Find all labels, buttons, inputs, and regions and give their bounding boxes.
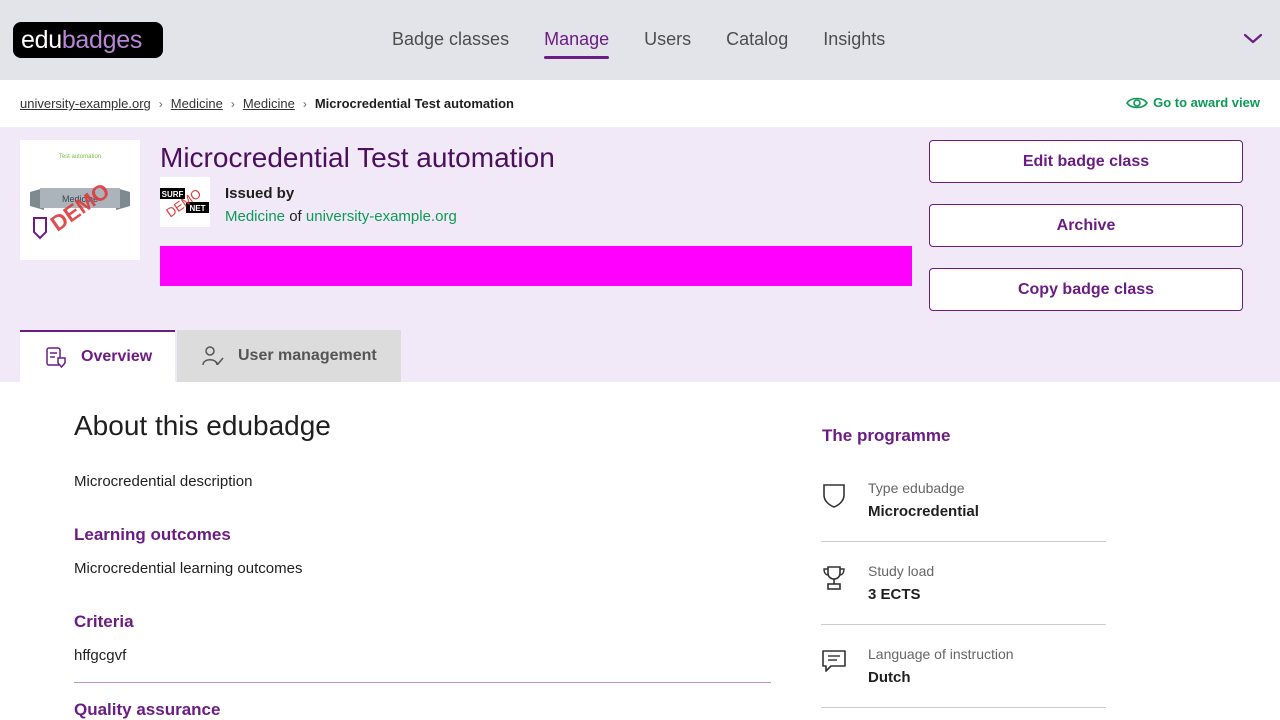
shield-icon	[823, 484, 845, 508]
language-value: Dutch	[868, 669, 911, 686]
archive-button[interactable]: Archive	[929, 204, 1243, 247]
issuer-institution-link[interactable]: university-example.org	[306, 208, 457, 225]
chevron-right-icon: ›	[230, 96, 235, 111]
copy-badge-class-button[interactable]: Copy badge class	[929, 268, 1243, 311]
breadcrumb-issuer[interactable]: Medicine	[243, 96, 295, 111]
chevron-right-icon: ›	[158, 96, 163, 111]
edit-badge-class-button[interactable]: Edit badge class	[929, 140, 1243, 183]
issuer-faculty-link[interactable]: Medicine	[225, 208, 285, 225]
banner-bar	[160, 246, 912, 286]
award-view-label: Go to award view	[1153, 95, 1260, 110]
chat-icon	[822, 650, 846, 672]
nav-catalog[interactable]: Catalog	[726, 29, 788, 59]
programme-title: The programme	[822, 426, 951, 445]
criteria-text: hffgcgvf	[74, 647, 127, 664]
nav-badge-classes[interactable]: Badge classes	[392, 29, 509, 59]
about-title: About this edubadge	[74, 410, 331, 441]
badge-artwork: Test automation Medicine DEMO	[30, 154, 130, 240]
surfnet-logo: SURF NET DEMO	[160, 186, 209, 220]
breadcrumb-institution[interactable]: university-example.org	[20, 96, 151, 111]
nav-users[interactable]: Users	[644, 29, 691, 59]
logo-part-edu: edu	[21, 25, 62, 54]
badge-description: Microcredential description	[74, 473, 253, 490]
main-nav: Badge classes Manage Users Catalog Insig…	[392, 29, 920, 59]
user-management-icon	[202, 346, 224, 366]
badge-header: Test automation Medicine DEMO Microcrede…	[0, 127, 1280, 382]
programme-item-type: Type edubadge Microcredential	[821, 459, 1106, 542]
top-navigation-bar: edu badges Badge classes Manage Users Cat…	[0, 0, 1280, 80]
issued-by-label: Issued by	[225, 185, 295, 202]
tab-overview-label: Overview	[81, 348, 153, 365]
breadcrumb-faculty[interactable]: Medicine	[171, 96, 223, 111]
breadcrumb: university-example.org › Medicine › Medi…	[20, 96, 514, 111]
tab-user-management-label: User management	[238, 347, 377, 364]
badge-image: Test automation Medicine DEMO	[20, 140, 140, 260]
tab-overview[interactable]: Overview	[20, 330, 175, 382]
learning-outcomes-text: Microcredential learning outcomes	[74, 560, 303, 577]
nav-manage[interactable]: Manage	[544, 29, 610, 59]
logo-part-badges: badges	[61, 25, 143, 54]
issuer-of-text: of	[289, 208, 302, 225]
quality-assurance-heading: Quality assurance	[74, 700, 221, 719]
study-load-label: Study load	[868, 563, 935, 579]
programme-item-study-load: Study load 3 ECTS	[821, 542, 1106, 625]
go-to-award-view-link[interactable]: Go to award view	[1126, 95, 1260, 110]
nav-insights[interactable]: Insights	[823, 29, 885, 59]
overview-icon	[46, 347, 66, 368]
badge-caption: Test automation	[59, 154, 101, 160]
programme-item-language: Language of instruction Dutch	[821, 625, 1106, 708]
tab-user-management[interactable]: User management	[177, 330, 401, 382]
criteria-heading: Criteria	[74, 612, 134, 631]
learning-outcomes-heading: Learning outcomes	[74, 525, 231, 544]
chevron-right-icon: ›	[302, 96, 307, 111]
language-label: Language of instruction	[868, 646, 1014, 662]
trophy-icon	[823, 566, 845, 590]
issuer-line: Medicine of university-example.org	[225, 208, 457, 225]
section-divider	[74, 682, 771, 683]
page-title: Microcredential Test automation	[160, 142, 555, 173]
issuer-logo: SURF NET DEMO	[160, 177, 210, 227]
programme-type-label: Type edubadge	[868, 480, 965, 496]
study-load-value: 3 ECTS	[868, 586, 921, 603]
breadcrumb-current: Microcredential Test automation	[314, 96, 514, 111]
programme-type-value: Microcredential	[868, 503, 979, 520]
eye-icon	[1126, 97, 1149, 108]
breadcrumb-row: university-example.org › Medicine › Medi…	[0, 80, 1280, 127]
edubadges-logo[interactable]: edu badges	[13, 22, 163, 58]
chevron-down-icon[interactable]	[1242, 30, 1264, 46]
